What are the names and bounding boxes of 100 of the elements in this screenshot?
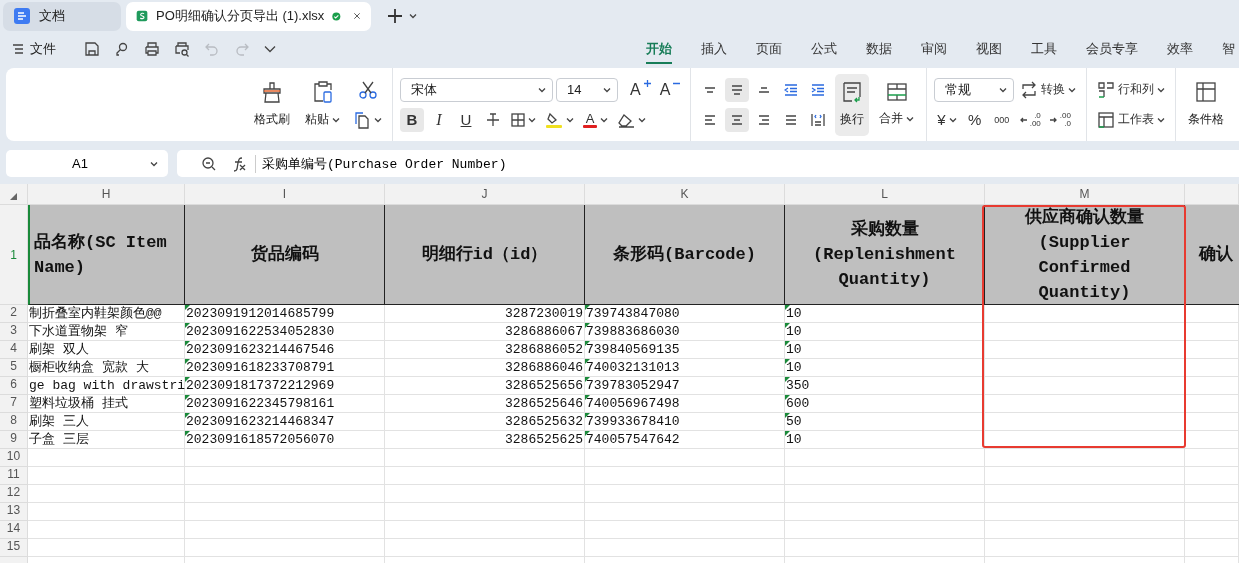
tab-title: 文档 [39, 7, 65, 25]
decrease-font-button[interactable]: A [656, 77, 684, 102]
format-painter-button[interactable]: 格式刷 [249, 73, 295, 136]
column-header[interactable]: J [385, 184, 585, 205]
tab-title: PO明细确认分页导出 (1).xlsx [156, 7, 325, 25]
number-format-dropdown[interactable]: 常规 [934, 77, 1015, 102]
formula-text: 采购单编号(Purchase Order Number) [262, 155, 507, 173]
table-cell: 3286525632 [385, 413, 585, 431]
header-cell: 确认 [1185, 205, 1239, 305]
table-cell: 2023091618233708791 [185, 359, 385, 377]
table-cell: 2023091622345798161 [185, 395, 385, 413]
header-cell: 货品编码 [185, 205, 385, 305]
column-header[interactable]: M [985, 184, 1185, 205]
table-cell: 740056967498 [585, 395, 785, 413]
table-cell: 50 [785, 413, 985, 431]
merge-button[interactable]: 合并 [874, 73, 920, 136]
table-cell: 739743847080 [585, 305, 785, 323]
table-cell: 刷架 三人 [28, 413, 185, 431]
paste-button[interactable]: 粘贴 [300, 73, 345, 136]
header-cell: 品名称(SC Item Name) [28, 205, 185, 305]
decrease-decimal-button[interactable]: .00 .0 [1046, 107, 1074, 132]
thousands-button[interactable]: 000 [989, 107, 1014, 132]
table-cell: 2023091623214468347 [185, 413, 385, 431]
italic-button[interactable]: I [427, 107, 451, 132]
rows-columns-button[interactable]: 行和列 [1094, 77, 1169, 102]
increase-decimal-button[interactable]: .0 .00 [1016, 107, 1044, 132]
row-header[interactable]: 5 [0, 359, 28, 377]
table-cell: 739783052947 [585, 377, 785, 395]
ribbon-tab[interactable]: 数据 [866, 34, 892, 64]
table-cell: 350 [785, 377, 985, 395]
row-header[interactable]: 12 [0, 485, 28, 503]
conditional-format-button[interactable]: 条件格 [1183, 73, 1230, 136]
file-menu[interactable]: 文件 [10, 38, 58, 60]
currency-button[interactable]: ¥ [934, 107, 960, 132]
increase-font-button[interactable]: A [627, 77, 654, 102]
font-name-dropdown[interactable]: 宋体 [400, 77, 553, 102]
header-cell: 条形码(Barcode) [585, 205, 785, 305]
table-cell: 739840569135 [585, 341, 785, 359]
table-cell: 刷架 双人 [28, 341, 185, 359]
row-header[interactable]: 13 [0, 503, 28, 521]
wrap-text-button[interactable]: 换行 [835, 73, 870, 136]
ribbon-tab[interactable]: 效率 [1167, 34, 1193, 64]
row-header[interactable]: 3 [0, 323, 28, 341]
table-cell: 3286886067 [385, 323, 585, 341]
table-cell: 子盒 三层 [28, 431, 185, 449]
column-header[interactable]: L [785, 184, 985, 205]
percent-button[interactable]: % [962, 107, 987, 132]
table-cell: 10 [785, 341, 985, 359]
table-cell: 3286886046 [385, 359, 585, 377]
name-box[interactable]: A1 [6, 150, 168, 177]
underline-button[interactable]: U [454, 107, 478, 132]
row-header[interactable]: 4 [0, 341, 28, 359]
decimal-label: .0 [1064, 119, 1071, 128]
table-cell: 3286525656 [385, 377, 585, 395]
table-cell: ge bag with drawstri [28, 377, 185, 395]
row-header[interactable]: 2 [0, 305, 28, 323]
ribbon-tab[interactable]: 审阅 [921, 34, 947, 64]
table-cell: 739933678410 [585, 413, 785, 431]
row-header[interactable]: 8 [0, 413, 28, 431]
table-cell: 2023091817372212969 [185, 377, 385, 395]
table-cell: 制折叠室内鞋架颜色@@ [28, 305, 185, 323]
table-cell: 2023091623214467546 [185, 341, 385, 359]
table-cell: 739883686030 [585, 323, 785, 341]
file-tab[interactable]: PO明细确认分页导出 (1).xlsx [126, 1, 371, 31]
file-tab[interactable]: 文档 [3, 1, 121, 31]
table-cell: 塑料垃圾桶 挂式 [28, 395, 185, 413]
ribbon-tab[interactable]: 开始 [646, 34, 672, 64]
table-cell: 3286525646 [385, 395, 585, 413]
row-header[interactable]: 15 [0, 539, 28, 557]
table-cell: 2023091912014685799 [185, 305, 385, 323]
table-cell: 10 [785, 305, 985, 323]
font-color-button[interactable]: A [580, 107, 611, 132]
ribbon-tab[interactable]: 公式 [811, 34, 837, 64]
ribbon-tab[interactable]: 智 [1222, 34, 1235, 64]
column-header[interactable]: H [28, 184, 185, 205]
ribbon-tab[interactable]: 页面 [756, 34, 782, 64]
font-size-dropdown[interactable]: 14 [556, 77, 618, 102]
row-header[interactable]: 10 [0, 449, 28, 467]
row-header[interactable]: 6 [0, 377, 28, 395]
table-cell: 2023091622534052830 [185, 323, 385, 341]
decimal-label: .0 [1034, 111, 1041, 120]
row-header[interactable]: 14 [0, 521, 28, 539]
bold-button[interactable]: B [400, 107, 424, 132]
column-header[interactable]: K [585, 184, 785, 205]
convert-button[interactable]: 转换 [1017, 77, 1080, 102]
header-cell: 明细行id（id） [385, 205, 585, 305]
table-cell: 10 [785, 323, 985, 341]
column-header[interactable]: I [185, 184, 385, 205]
row-header[interactable]: 11 [0, 467, 28, 485]
row-header[interactable]: 9 [0, 431, 28, 449]
row-header[interactable]: 7 [0, 395, 28, 413]
table-cell: 2023091618572056070 [185, 431, 385, 449]
ribbon-tab[interactable]: 会员专享 [1086, 34, 1138, 64]
row-header[interactable]: 1 [0, 205, 28, 305]
table-cell: 下水道置物架 窄 [28, 323, 185, 341]
worksheet-button[interactable]: 工作表 [1094, 107, 1169, 132]
ribbon-tab[interactable]: 插入 [701, 34, 727, 64]
ribbon-tab[interactable]: 工具 [1031, 34, 1057, 64]
ribbon-tab[interactable]: 视图 [976, 34, 1002, 64]
table-cell: 3286525625 [385, 431, 585, 449]
